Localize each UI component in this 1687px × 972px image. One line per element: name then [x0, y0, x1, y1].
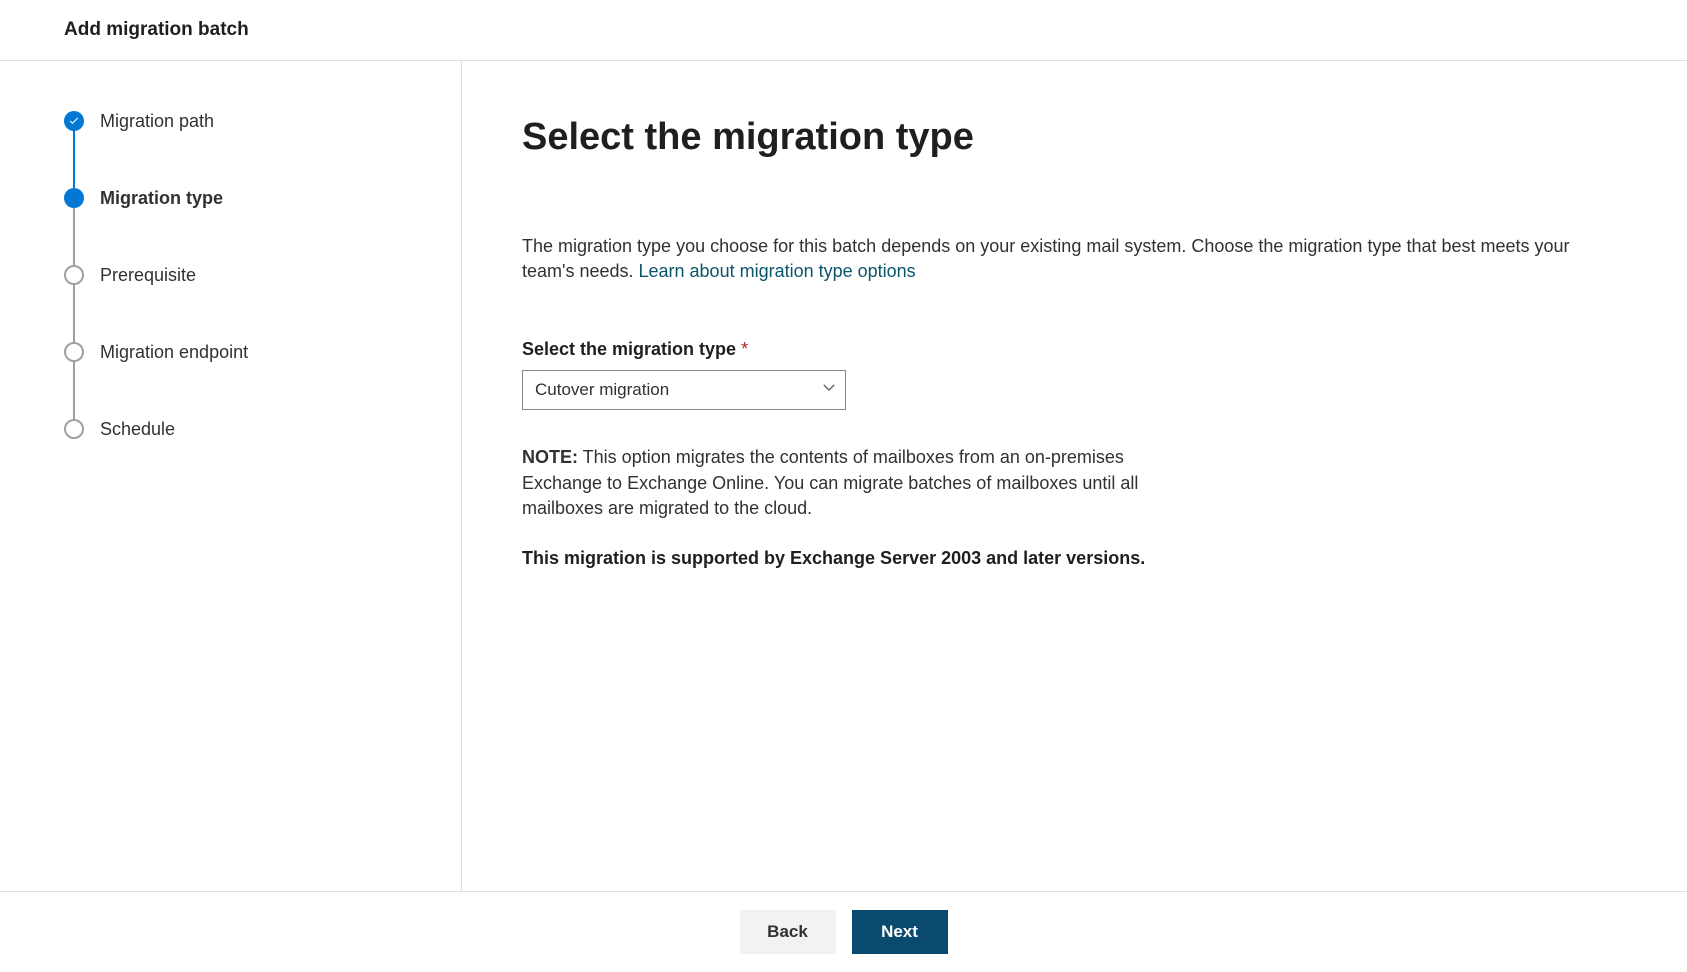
next-button[interactable]: Next — [852, 910, 948, 954]
content-title: Select the migration type — [522, 116, 1597, 159]
step-connector — [73, 208, 75, 265]
migration-type-field: Select the migration type * Cutover migr… — [522, 339, 1597, 410]
step-label: Migration path — [100, 111, 214, 131]
current-step-icon — [64, 188, 84, 208]
field-label: Select the migration type * — [522, 339, 1597, 360]
step-connector — [73, 362, 75, 419]
steps-list: Migration path Migration type Prerequisi… — [62, 111, 461, 439]
select-value: Cutover migration — [535, 380, 669, 400]
step-connector — [73, 131, 75, 188]
wizard-footer: Back Next — [0, 891, 1687, 972]
main-content: Select the migration type The migration … — [462, 61, 1687, 891]
step-schedule[interactable]: Schedule — [62, 419, 461, 439]
learn-more-link[interactable]: Learn about migration type options — [639, 261, 916, 281]
support-text: This migration is supported by Exchange … — [522, 546, 1597, 571]
page-title: Add migration batch — [64, 19, 1687, 41]
required-indicator: * — [741, 339, 748, 359]
note-block: NOTE: This option migrates the contents … — [522, 445, 1162, 521]
step-prerequisite[interactable]: Prerequisite — [62, 265, 461, 342]
page-header: Add migration batch — [0, 0, 1687, 61]
field-label-text: Select the migration type — [522, 339, 736, 359]
step-migration-path[interactable]: Migration path — [62, 111, 461, 188]
upcoming-step-icon — [64, 342, 84, 362]
step-connector — [73, 285, 75, 342]
step-label: Schedule — [100, 419, 175, 439]
step-label: Migration endpoint — [100, 342, 248, 362]
body-container: Migration path Migration type Prerequisi… — [0, 61, 1687, 891]
upcoming-step-icon — [64, 419, 84, 439]
step-migration-type[interactable]: Migration type — [62, 188, 461, 265]
checkmark-icon — [64, 111, 84, 131]
note-body: This option migrates the contents of mai… — [522, 447, 1138, 517]
wizard-steps-sidebar: Migration path Migration type Prerequisi… — [0, 61, 462, 891]
back-button[interactable]: Back — [740, 910, 836, 954]
select-display[interactable]: Cutover migration — [522, 370, 846, 410]
step-label: Migration type — [100, 188, 223, 208]
migration-type-select[interactable]: Cutover migration — [522, 370, 846, 410]
step-migration-endpoint[interactable]: Migration endpoint — [62, 342, 461, 419]
step-label: Prerequisite — [100, 265, 196, 285]
note-prefix: NOTE: — [522, 447, 578, 467]
content-description: The migration type you choose for this b… — [522, 234, 1597, 284]
upcoming-step-icon — [64, 265, 84, 285]
